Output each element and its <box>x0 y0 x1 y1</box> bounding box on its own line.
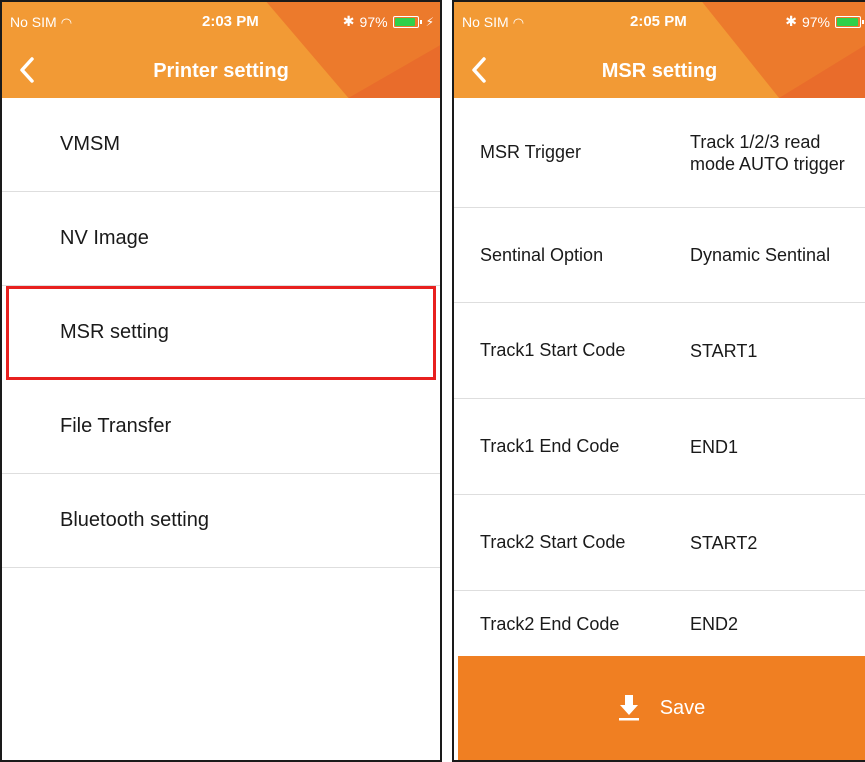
battery-percent: 97% <box>359 13 388 30</box>
setting-label: MSR Trigger <box>480 142 582 162</box>
setting-label: Sentinal Option <box>480 244 604 265</box>
setting-row-msr-trigger[interactable]: MSR Trigger Track 1/2/3 read mode AUTO t… <box>454 98 865 208</box>
setting-label: Track2 Start Code <box>480 532 626 552</box>
download-icon <box>618 694 640 722</box>
status-bar: No SIM ◠ 2:05 PM ✱ 97% <box>454 2 865 40</box>
battery-icon <box>392 15 422 28</box>
menu-item-bluetooth-setting[interactable]: Bluetooth setting <box>2 474 440 568</box>
save-label: Save <box>659 696 706 719</box>
msr-settings-list: MSR Trigger Track 1/2/3 read mode AUTO t… <box>454 98 865 657</box>
bluetooth-icon: ✱ <box>785 13 797 29</box>
setting-value: END2 <box>690 614 739 634</box>
carrier-label: No SIM ◠ <box>10 14 73 30</box>
setting-value: Dynamic Sentinal <box>690 245 831 265</box>
setting-row-track2-end-code[interactable]: Track2 End Code END2 <box>454 591 865 657</box>
battery-percent: 97% <box>801 13 830 30</box>
battery-icon <box>835 15 864 28</box>
setting-row-track1-start-code[interactable]: Track1 Start Code START1 <box>454 303 865 399</box>
menu-item-vmsm[interactable]: VMSM <box>2 98 440 192</box>
setting-value: START1 <box>690 340 758 361</box>
menu-item-label: MSR setting <box>60 321 169 343</box>
menu-item-file-transfer[interactable]: File Transfer <box>2 380 440 474</box>
setting-label: Track2 End Code <box>480 613 620 634</box>
setting-row-sentinal-option[interactable]: Sentinal Option Dynamic Sentinal <box>454 208 865 303</box>
wifi-icon: ◠ <box>512 15 525 30</box>
page-title: MSR setting <box>601 60 718 82</box>
wifi-icon: ◠ <box>60 15 73 30</box>
app-bar: No SIM ◠ 2:05 PM ✱ 97% MSR setting <box>454 2 865 98</box>
setting-row-track1-end-code[interactable]: Track1 End Code END1 <box>454 399 865 495</box>
bluetooth-icon: ✱ <box>342 13 355 29</box>
status-bar: No SIM ◠ 2:03 PM ✱ 97% ⚡ <box>2 2 440 40</box>
save-button[interactable]: Save <box>458 656 865 760</box>
app-bar: No SIM ◠ 2:03 PM ✱ 97% ⚡ Printer setting <box>2 2 440 98</box>
setting-value: START2 <box>690 532 758 553</box>
setting-value: END1 <box>690 436 739 457</box>
setting-label: Track1 Start Code <box>480 340 626 360</box>
clock: 2:03 PM <box>202 13 259 30</box>
msr-setting-screen: No SIM ◠ 2:05 PM ✱ 97% MSR setting MSR Tr… <box>452 0 865 762</box>
setting-row-track2-start-code[interactable]: Track2 Start Code START2 <box>454 495 865 591</box>
menu-item-msr-setting[interactable]: MSR setting <box>6 286 436 380</box>
menu-item-nv-image[interactable]: NV Image <box>2 192 440 286</box>
clock: 2:05 PM <box>630 13 687 30</box>
menu-item-label: NV Image <box>60 227 149 249</box>
setting-label: Track1 End Code <box>480 436 620 456</box>
settings-menu: VMSM NV Image MSR setting File Transfer … <box>2 98 440 568</box>
menu-item-label: VMSM <box>60 133 120 155</box>
printer-setting-screen: No SIM ◠ 2:03 PM ✱ 97% ⚡ Printer setting … <box>0 0 442 762</box>
menu-item-label: File Transfer <box>60 415 172 437</box>
carrier-label: No SIM ◠ <box>462 14 525 30</box>
menu-item-label: Bluetooth setting <box>60 509 209 531</box>
setting-value: Track 1/2/3 read mode AUTO trigger <box>690 131 845 174</box>
page-title: Printer setting <box>153 60 289 82</box>
charging-icon: ⚡ <box>425 14 434 29</box>
